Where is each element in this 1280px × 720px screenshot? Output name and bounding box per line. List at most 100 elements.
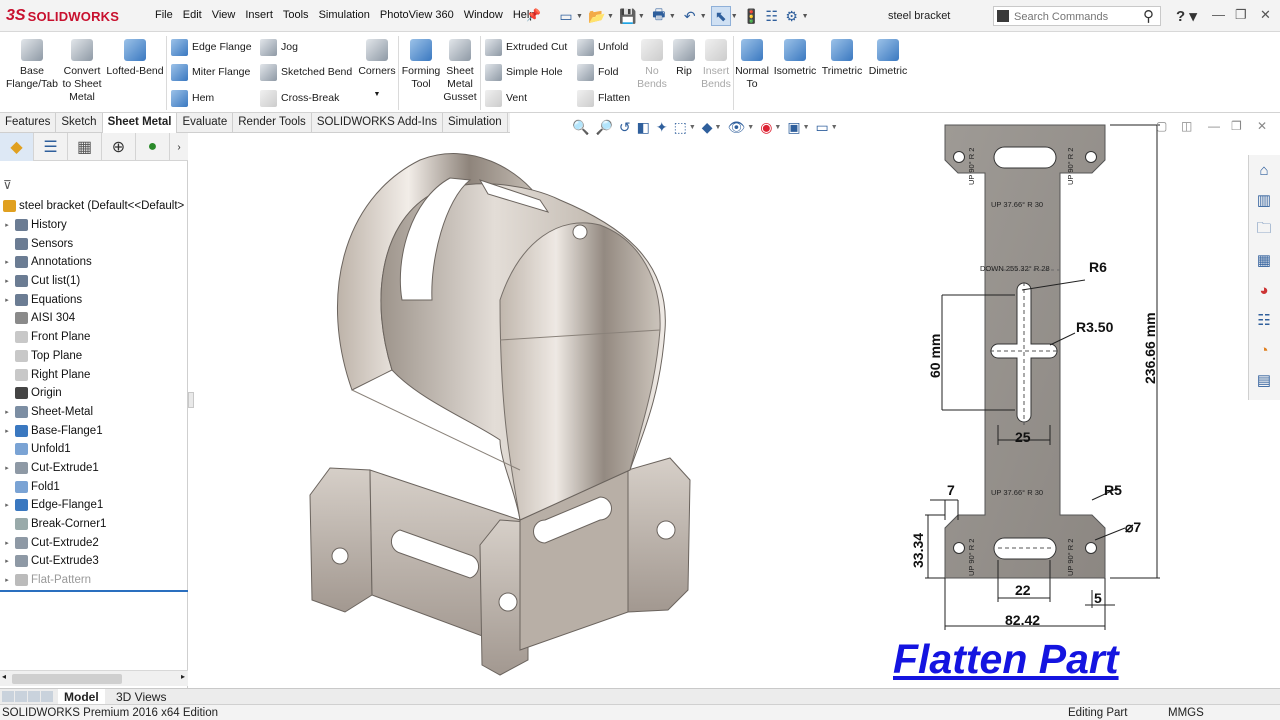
- search-input[interactable]: [1014, 9, 1132, 24]
- menu-view[interactable]: View: [207, 9, 241, 21]
- viewport-close-icon[interactable]: ✕: [1257, 119, 1267, 133]
- comments-icon[interactable]: ▤: [1249, 365, 1279, 395]
- graphics-area[interactable]: UP 90° R 2 UP 90° R 2 UP 37.66° R 30 DOW…: [195, 113, 1247, 688]
- rip-button[interactable]: Rip: [670, 39, 698, 78]
- custom-properties-icon[interactable]: ☷: [1249, 305, 1279, 335]
- viewport-restore-icon[interactable]: ❐: [1231, 119, 1242, 133]
- menu-insert[interactable]: Insert: [240, 9, 278, 21]
- menu-file[interactable]: File: [150, 9, 178, 21]
- expand-arrow-icon[interactable]: ▸: [2, 557, 12, 565]
- hide-show-icon[interactable]: 👁: [727, 119, 745, 136]
- pin-icon[interactable]: 📌: [526, 8, 541, 22]
- rebuild-icon[interactable]: 🚦: [742, 6, 762, 26]
- property-manager-tab-icon[interactable]: ☰: [34, 133, 68, 161]
- tree-item-unfold1[interactable]: Unfold1: [0, 440, 188, 459]
- tree-item-origin[interactable]: Origin: [0, 384, 188, 403]
- forming-tool-button[interactable]: Forming Tool: [400, 39, 442, 91]
- tab-model[interactable]: Model: [58, 689, 105, 705]
- horizontal-scrollbar[interactable]: ◂ ▸: [0, 670, 188, 686]
- tree-item-aisi-304[interactable]: AISI 304: [0, 309, 188, 328]
- lofted-bend-button[interactable]: Lofted-Bend: [106, 39, 164, 78]
- fold-button[interactable]: Fold: [577, 62, 618, 82]
- display-style-icon[interactable]: ◆: [702, 119, 713, 136]
- menu-edit[interactable]: Edit: [178, 9, 207, 21]
- solidworks-forum-icon[interactable]: ◔: [1249, 335, 1279, 365]
- tree-item-cut-extrude1[interactable]: ▸ Cut-Extrude1: [0, 459, 188, 478]
- hem-button[interactable]: Hem: [171, 88, 214, 108]
- print-icon[interactable]: 🖶: [649, 6, 669, 26]
- normal-to-button[interactable]: Normal To: [734, 39, 770, 91]
- panel-expand-icon[interactable]: ›: [170, 133, 188, 161]
- tree-item-history[interactable]: ▸ History: [0, 216, 188, 235]
- status-units[interactable]: MMGS: [1168, 707, 1204, 719]
- minimize-icon[interactable]: —: [1212, 7, 1225, 22]
- convert-sheet-metal-button[interactable]: Convert to Sheet Metal: [60, 39, 104, 104]
- apply-scene-icon[interactable]: ▣: [787, 119, 800, 136]
- view-settings-icon[interactable]: ▭: [816, 119, 829, 136]
- configuration-manager-tab-icon[interactable]: ▦: [68, 133, 102, 161]
- tree-item-flat-pattern[interactable]: ▸ Flat-Pattern: [0, 571, 188, 590]
- tab-navigation[interactable]: [2, 691, 53, 702]
- tree-item-front-plane[interactable]: Front Plane: [0, 328, 188, 347]
- zoom-to-fit-icon[interactable]: 🔍: [572, 119, 589, 136]
- filter-icon[interactable]: ⊽: [3, 178, 12, 192]
- flat-pattern-drawing[interactable]: [944, 124, 1106, 579]
- tree-item-fold1[interactable]: Fold1: [0, 477, 188, 496]
- rollback-bar[interactable]: [0, 590, 188, 592]
- expand-arrow-icon[interactable]: ▸: [2, 576, 12, 584]
- file-explorer-icon[interactable]: 🗀: [1249, 215, 1279, 245]
- expand-arrow-icon[interactable]: ▸: [2, 501, 12, 509]
- tree-item-sheet-metal[interactable]: ▸ Sheet-Metal: [0, 403, 188, 422]
- expand-arrow-icon[interactable]: ▸: [2, 296, 12, 304]
- tree-item-cut-extrude2[interactable]: ▸ Cut-Extrude2: [0, 533, 188, 552]
- base-flange-button[interactable]: Base Flange/Tab: [4, 39, 60, 91]
- tree-root-part[interactable]: steel bracket (Default<<Default>: [0, 197, 188, 216]
- tree-item-sensors[interactable]: Sensors: [0, 234, 188, 253]
- scroll-left-icon[interactable]: ◂: [2, 672, 6, 681]
- search-commands[interactable]: ⚲: [993, 6, 1161, 26]
- extruded-cut-button[interactable]: Extruded Cut: [485, 37, 567, 57]
- tree-item-base-flange1[interactable]: ▸ Base-Flange1: [0, 421, 188, 440]
- trimetric-button[interactable]: Trimetric: [820, 39, 864, 78]
- miter-flange-button[interactable]: Miter Flange: [171, 62, 250, 82]
- edit-appearance-icon[interactable]: ◉: [760, 119, 772, 136]
- tree-item-annotations[interactable]: ▸ Annotations: [0, 253, 188, 272]
- jog-button[interactable]: Jog: [260, 37, 298, 57]
- dynamic-annotation-icon[interactable]: ✦: [656, 119, 668, 136]
- appearance-tab-icon[interactable]: ●: [136, 133, 170, 161]
- tree-item-break-corner1[interactable]: Break-Corner1: [0, 515, 188, 534]
- previous-view-icon[interactable]: ↺: [619, 119, 631, 136]
- zoom-to-area-icon[interactable]: 🔎: [595, 119, 612, 136]
- expand-arrow-icon[interactable]: ▸: [2, 427, 12, 435]
- save-icon[interactable]: 💾: [618, 6, 638, 26]
- scroll-right-icon[interactable]: ▸: [181, 672, 185, 681]
- view-palette-icon[interactable]: ▦: [1249, 245, 1279, 275]
- cross-break-button[interactable]: Cross-Break: [260, 88, 339, 108]
- simple-hole-button[interactable]: Simple Hole: [485, 62, 563, 82]
- open-icon[interactable]: 📂: [587, 6, 607, 26]
- expand-arrow-icon[interactable]: ▸: [2, 258, 12, 266]
- tree-item-edge-flange1[interactable]: ▸ Edge-Flange1: [0, 496, 188, 515]
- new-document-icon[interactable]: ▭: [556, 6, 576, 26]
- search-scope-icon[interactable]: [997, 10, 1009, 22]
- search-icon[interactable]: ⚲: [1143, 7, 1154, 25]
- tab-3d-views[interactable]: 3D Views: [110, 689, 172, 705]
- feature-manager-tab-icon[interactable]: ◆: [0, 133, 34, 161]
- expand-arrow-icon[interactable]: ▸: [2, 221, 12, 229]
- dimxpert-tab-icon[interactable]: ⊕: [102, 133, 136, 161]
- options-icon[interactable]: ⚙: [782, 6, 802, 26]
- sketched-bend-button[interactable]: Sketched Bend: [260, 62, 352, 82]
- undo-icon[interactable]: ↶: [680, 6, 700, 26]
- view-orientation-icon[interactable]: ⬚: [674, 119, 687, 136]
- tree-item-right-plane[interactable]: Right Plane: [0, 365, 188, 384]
- scroll-thumb[interactable]: [12, 674, 122, 684]
- viewport-tile-icon[interactable]: ▢: [1156, 119, 1167, 133]
- no-bends-button[interactable]: No Bends: [636, 39, 668, 91]
- tab-sheet-metal[interactable]: Sheet Metal: [102, 113, 178, 133]
- edge-flange-button[interactable]: Edge Flange: [171, 37, 252, 57]
- expand-arrow-icon[interactable]: ▸: [2, 464, 12, 472]
- isometric-button[interactable]: Isometric: [772, 39, 818, 78]
- insert-bends-button[interactable]: Insert Bends: [700, 39, 732, 91]
- tab-features[interactable]: Features: [0, 113, 57, 133]
- file-properties-icon[interactable]: ☷: [762, 6, 782, 26]
